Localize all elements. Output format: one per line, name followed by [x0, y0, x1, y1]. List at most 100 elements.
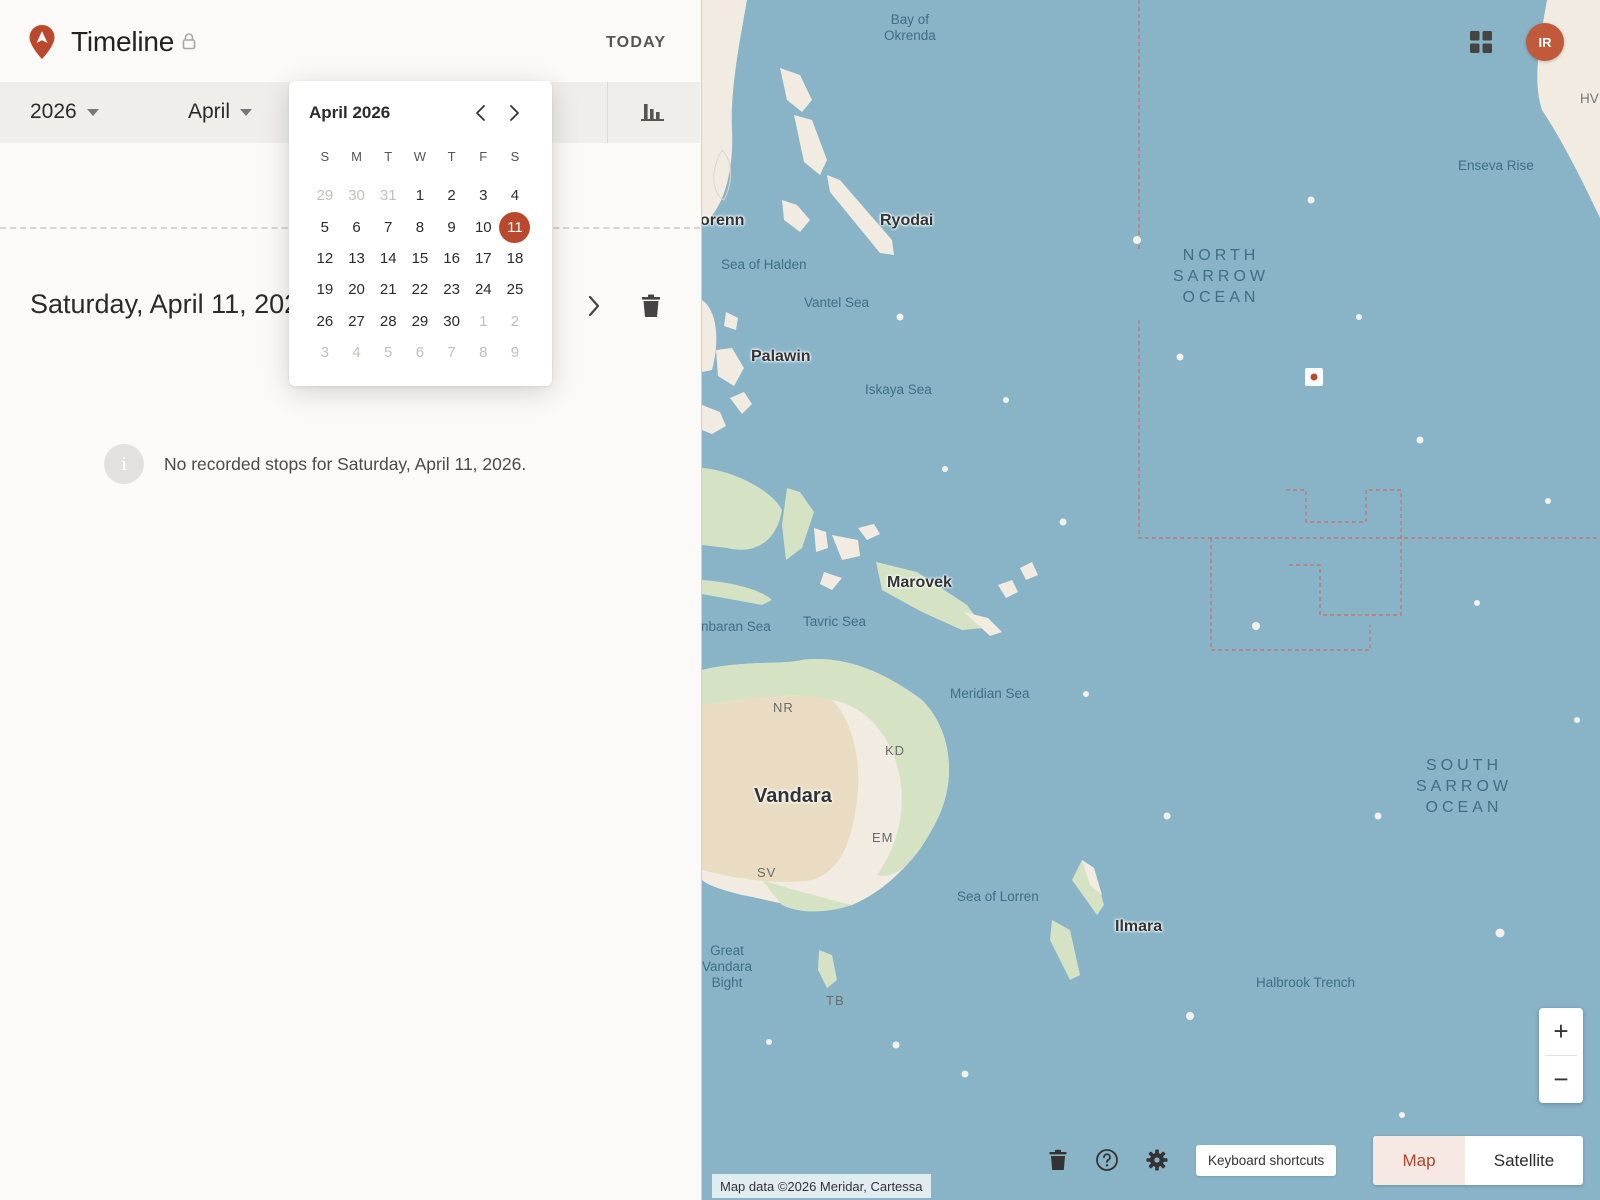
year-value: 2026: [30, 100, 77, 123]
bar-chart-icon[interactable]: [640, 100, 666, 124]
today-button[interactable]: TODAY: [606, 34, 666, 52]
month-value: April: [188, 100, 231, 123]
user-avatar[interactable]: IR: [1526, 23, 1564, 61]
gear-icon[interactable]: [1145, 1148, 1169, 1172]
calendar-day-label: 4: [510, 187, 520, 205]
calendar-day[interactable]: 14: [372, 243, 404, 274]
calendar-day-label: 26: [316, 312, 334, 330]
chevron-right-icon[interactable]: [582, 292, 606, 320]
zoom-in-button[interactable]: +: [1539, 1008, 1583, 1055]
calendar-day[interactable]: 6: [404, 337, 436, 368]
keyboard-shortcuts-button[interactable]: Keyboard shortcuts: [1196, 1145, 1337, 1176]
calendar-day-label: 17: [474, 250, 492, 268]
calendar-day[interactable]: 30: [436, 305, 468, 336]
calendar-day[interactable]: 2: [499, 305, 531, 336]
map-type-map-button[interactable]: Map: [1373, 1136, 1465, 1185]
calendar-day[interactable]: 30: [341, 180, 373, 211]
calendar-day[interactable]: 21: [372, 274, 404, 305]
calendar-day[interactable]: 2: [436, 180, 468, 211]
calendar-day-label: 5: [384, 343, 393, 361]
map-label-hv: HV: [1580, 91, 1599, 106]
weekday-header: T: [447, 149, 456, 164]
calendar-day[interactable]: 5: [309, 212, 341, 243]
calendar-day[interactable]: 23: [436, 274, 468, 305]
calendar-day[interactable]: 18: [499, 243, 531, 274]
calendar-day[interactable]: 7: [436, 337, 468, 368]
map-label-north-ocean: NORTH SARROW OCEAN: [1173, 247, 1269, 306]
calendar-day[interactable]: 13: [341, 243, 373, 274]
month-select[interactable]: April: [188, 100, 253, 124]
trash-icon[interactable]: [639, 292, 663, 320]
map-canvas[interactable]: [702, 0, 1600, 1200]
chevron-right-icon[interactable]: [505, 103, 523, 123]
calendar-day-label: 11: [499, 211, 531, 243]
calendar-day[interactable]: 8: [467, 337, 499, 368]
weekday-header: S: [320, 149, 330, 164]
calendar-day[interactable]: 1: [404, 180, 436, 211]
calendar-day[interactable]: 31: [372, 180, 404, 211]
calendar-day[interactable]: 12: [309, 243, 341, 274]
calendar-day-label: 19: [316, 281, 334, 299]
calendar-day[interactable]: 16: [436, 243, 468, 274]
calendar-day[interactable]: 4: [341, 337, 373, 368]
zoom-control: + −: [1539, 1008, 1583, 1103]
chevron-left-icon[interactable]: [472, 103, 490, 123]
calendar-day-label: 7: [447, 343, 456, 361]
weekday-header: F: [479, 149, 488, 164]
map-view[interactable]: Bay of Okrenda orenn Ryodai Sea of Halde…: [701, 0, 1600, 1200]
weekday-header: S: [510, 149, 520, 164]
calendar-day[interactable]: 15: [404, 243, 436, 274]
calendar-day[interactable]: 17: [467, 243, 499, 274]
calendar-day[interactable]: 20: [341, 274, 373, 305]
calendar-day[interactable]: 28: [372, 305, 404, 336]
year-select[interactable]: 2026: [30, 100, 99, 124]
calendar-day[interactable]: 24: [467, 274, 499, 305]
calendar-day[interactable]: 9: [436, 212, 468, 243]
calendar-day-label: 12: [316, 250, 334, 268]
calendar-month-title: April 2026: [309, 103, 391, 122]
map-label-nbaran: nbaran Sea: [701, 619, 771, 634]
calendar-day-label: 8: [415, 218, 425, 236]
calendar-day[interactable]: 29: [309, 180, 341, 211]
top-bar: Timeline TODAY: [0, 0, 700, 82]
map-type-toggle: Map Satellite: [1373, 1136, 1583, 1185]
calendar-day[interactable]: 3: [467, 180, 499, 211]
calendar-day[interactable]: 5: [372, 337, 404, 368]
calendar-day[interactable]: 22: [404, 274, 436, 305]
calendar-day-label: 13: [348, 250, 365, 268]
map-label-meridian: Meridian Sea: [950, 686, 1030, 701]
calendar-day[interactable]: 7: [372, 212, 404, 243]
trash-icon[interactable]: [1046, 1148, 1070, 1172]
map-label-sv: SV: [757, 865, 777, 880]
map-label-palawin: Palawin: [751, 348, 811, 365]
map-label-bay: Bay of Okrenda: [884, 12, 936, 43]
calendar-day[interactable]: 19: [309, 274, 341, 305]
calendar-day[interactable]: 26: [309, 305, 341, 336]
calendar-day[interactable]: 9: [499, 337, 531, 368]
grid-icon[interactable]: [1470, 31, 1492, 53]
map-label-south-ocean: SOUTH SARROW OCEAN: [1416, 757, 1512, 816]
calendar-day[interactable]: 27: [341, 305, 373, 336]
calendar-day[interactable]: 1: [467, 305, 499, 336]
map-label-enseva: Enseva Rise: [1458, 158, 1534, 173]
calendar-day-label: 14: [379, 250, 397, 268]
location-marker[interactable]: [1305, 368, 1323, 386]
map-label-sea-halden: Sea of Halden: [721, 257, 807, 272]
map-attribution: Map data ©2026 Meridar, Cartessa: [712, 1174, 931, 1198]
calendar-day[interactable]: 10: [467, 212, 499, 243]
calendar-day[interactable]: 3: [309, 337, 341, 368]
calendar-day[interactable]: 29: [404, 305, 436, 336]
map-label-vantel: Vantel Sea: [804, 295, 870, 310]
calendar-day[interactable]: 6: [341, 212, 373, 243]
calendar-day[interactable]: 4: [499, 180, 531, 211]
help-circle-icon[interactable]: [1095, 1148, 1119, 1172]
calendar-day[interactable]: 8: [404, 212, 436, 243]
calendar-day-label: 28: [379, 312, 397, 330]
calendar-day[interactable]: 25: [499, 274, 531, 305]
caret-down-icon: [240, 108, 253, 116]
map-type-satellite-button[interactable]: Satellite: [1465, 1136, 1583, 1185]
divider: [607, 82, 608, 143]
calendar-day-selected[interactable]: 11: [499, 211, 531, 243]
calendar-day-label: 29: [411, 312, 429, 330]
zoom-out-button[interactable]: −: [1539, 1056, 1583, 1103]
